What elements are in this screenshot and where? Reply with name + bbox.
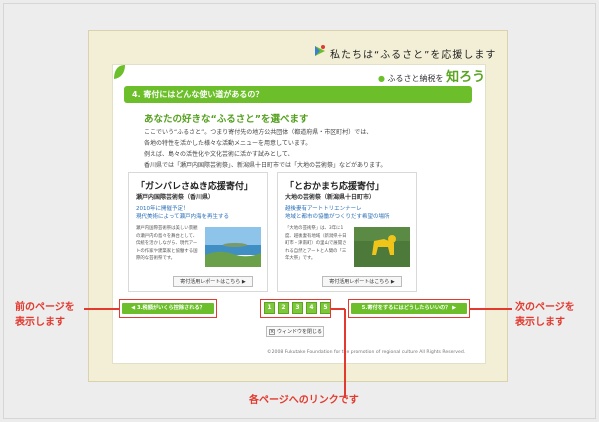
card-lead-line: 2010年に開催予定！ xyxy=(136,206,189,212)
section-title-bar: 4. 寄付にはどんな使い道があるの？ xyxy=(124,86,472,103)
header-slogan: 私たちは“ふるさと”を応援します xyxy=(330,50,497,61)
card-title: 「とおかまち応援寄付」 xyxy=(285,182,385,192)
report-link-button[interactable]: 寄付活用レポートはこちら ▶ xyxy=(322,276,402,287)
close-window-label: ウィンドウを閉じる xyxy=(277,329,323,335)
foundation-logo-icon xyxy=(315,45,325,56)
intro-line: ここでいう“ふるさと”。つまり寄付先の地方公共団体（都道府県・市区町村）では、 xyxy=(144,129,373,136)
intro-line: 各地の特性を活かした様々な活動メニューを用意しています。 xyxy=(144,140,312,147)
pages-highlight-box xyxy=(260,299,331,318)
seascape-photo xyxy=(205,227,261,267)
callout-line: 表示します xyxy=(515,317,565,328)
next-callout-text: 次のページを 表示します xyxy=(515,300,575,330)
brand-highlight: 知ろう xyxy=(446,70,486,85)
card-body: 瀬戸内国際芸術祭は美しい景観の瀬戸内の島々を舞台として、伝統を活かしながら、現代… xyxy=(136,226,198,261)
close-window-button[interactable]: × ウィンドウを閉じる xyxy=(266,326,324,337)
prev-highlight-box xyxy=(119,299,217,318)
brand-prefix: ふるさと納税を xyxy=(387,74,444,83)
artwork-photo xyxy=(354,227,410,267)
prev-callout-text: 前のページを 表示します xyxy=(15,300,75,330)
callout-line: 次のページを xyxy=(515,302,575,313)
report-link-button[interactable]: 寄付活用レポートはこちら ▶ xyxy=(173,276,253,287)
donation-card-kagawa: 「ガンバレさぬき応援寄付」 瀬戸内国際芸術祭（香川県） 2010年に開催予定！ … xyxy=(128,172,268,292)
copyright-text: ©2008 Fukutake Foundation for the promot… xyxy=(267,350,466,355)
donation-card-tokamachi: 「とおかまち応援寄付」 大地の芸術祭（新潟県十日町市） 越後妻有アートトリエンナ… xyxy=(277,172,417,292)
brand-leaf-icon: ● xyxy=(378,74,385,83)
card-lead-line: 越後妻有アートトリエンナーレ xyxy=(285,206,362,212)
prev-callout-line xyxy=(84,308,119,310)
card-lead: 越後妻有アートトリエンナーレ 地域と都市の協働がつくりだす希望の場所 xyxy=(285,205,390,221)
pages-callout-text: 各ページへのリンクです xyxy=(249,395,359,406)
pages-callout-stub xyxy=(331,308,345,310)
callout-line: 前のページを xyxy=(15,302,75,313)
pages-callout-line xyxy=(344,309,346,398)
next-callout-line xyxy=(470,308,512,310)
card-lead: 2010年に開催予定！ 現代美術によって瀬戸内海を再生する xyxy=(136,205,229,221)
card-subtitle: 瀬戸内国際芸術祭（香川県） xyxy=(136,194,215,201)
intro-title: あなたの好きな“ふるさと”を選べます xyxy=(144,114,309,125)
brand-logo: ● ふるさと納税を 知ろう xyxy=(378,66,485,85)
close-icon: × xyxy=(269,328,275,335)
card-body: 「大地の芸術祭」は、3年に1度、越後妻有地域（新潟県十日町市・津南町）の里山で展… xyxy=(285,226,347,261)
intro-body: ここでいう“ふるさと”。つまり寄付先の地方公共団体（都道府県・市区町村）では、 … xyxy=(144,127,474,171)
intro-line: 香川県では「瀬戸内国際芸術祭」、新潟県十日町市では「大地の芸術祭」などがあります… xyxy=(144,162,387,169)
callout-line: 表示します xyxy=(15,317,65,328)
card-lead-line: 現代美術によって瀬戸内海を再生する xyxy=(136,214,230,220)
card-subtitle: 大地の芸術祭（新潟県十日町市） xyxy=(285,194,376,201)
card-title: 「ガンバレさぬき応援寄付」 xyxy=(136,182,253,192)
next-highlight-box xyxy=(348,299,470,318)
card-lead-line: 地域と都市の協働がつくりだす希望の場所 xyxy=(285,214,390,220)
intro-line: 例えば、島々の活性化や文化芸術に活かす試みとして、 xyxy=(144,151,294,158)
leaf-icon xyxy=(114,65,125,79)
